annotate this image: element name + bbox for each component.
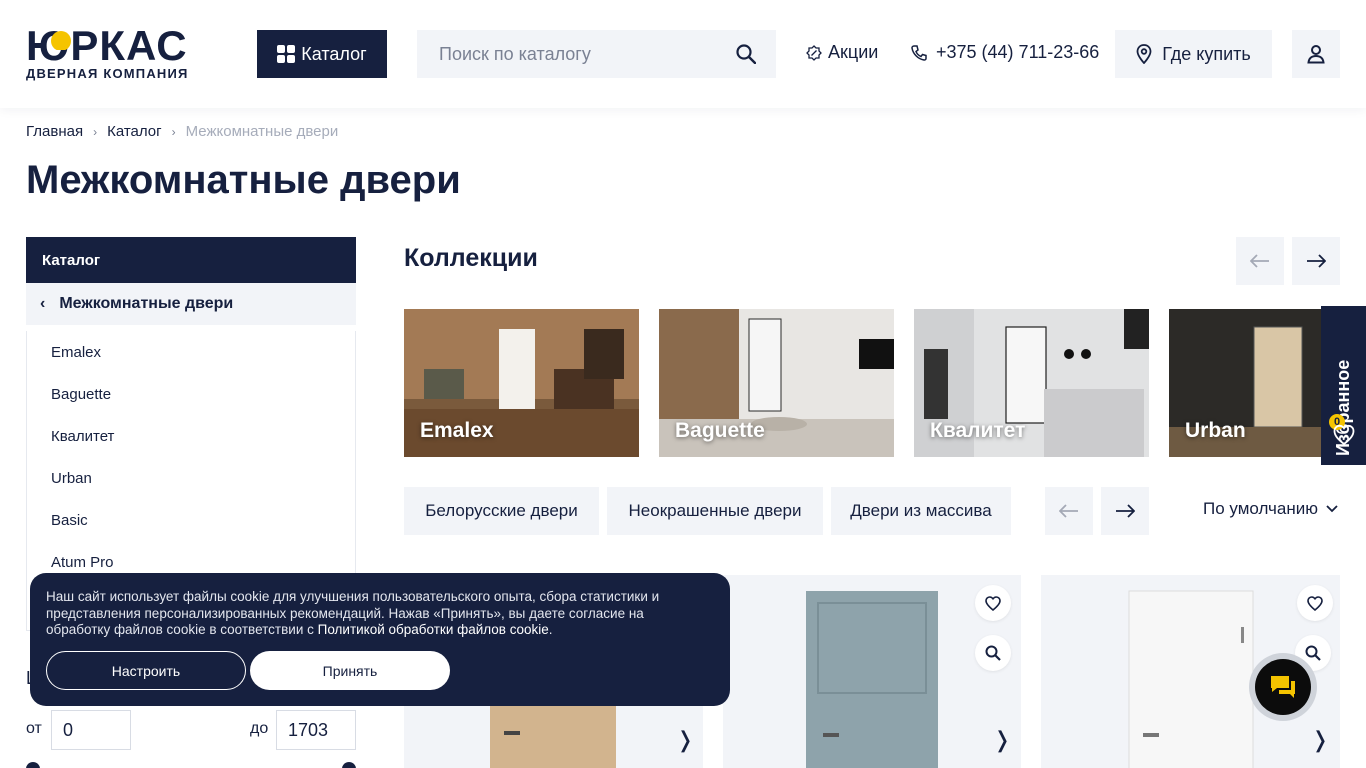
sidebar-current-category: Межкомнатные двери [59,295,234,312]
collections-next-button[interactable] [1292,237,1340,285]
sidebar-item-urban[interactable]: Urban [27,457,355,499]
logo-sun-icon [51,31,71,50]
price-to-label: до [250,720,269,737]
sidebar-item-basic[interactable]: Basic [27,499,355,541]
cookie-accept-button[interactable]: Принять [250,651,450,690]
price-filter: от до [26,710,356,750]
cookie-settings-button[interactable]: Настроить [46,651,246,690]
search-box [417,30,776,78]
quick-view-button[interactable] [975,635,1011,671]
tags-prev-button[interactable] [1045,487,1093,535]
chat-button[interactable] [1249,653,1317,721]
tag-solid-wood-doors[interactable]: Двери из массива [831,487,1011,535]
chevron-right-icon: › [171,124,176,139]
collection-label: Baguette [675,419,765,442]
heart-icon [1307,595,1323,611]
zoom-icon [985,645,1001,661]
collection-card-kvalitet[interactable]: Квалитет [914,309,1149,457]
page-title: Межкомнатные двери [26,158,461,202]
catalog-button-label: Каталог [301,43,367,64]
logo-subtitle: ДВЕРНАЯ КОМПАНИЯ [26,66,189,81]
search-input[interactable] [417,43,717,65]
image-next-icon[interactable]: ❭ [993,727,1011,753]
tag-belarusian-doors[interactable]: Белорусские двери [404,487,599,535]
where-to-buy-button[interactable]: Где купить [1115,30,1272,78]
search-icon[interactable] [736,44,756,64]
account-button[interactable] [1292,30,1340,78]
price-slider-min-handle[interactable] [26,762,40,768]
phone-number: +375 (44) 711-23-66 [936,42,1100,62]
collections-title: Коллекции [404,244,538,272]
user-icon [1307,45,1325,64]
arrow-left-icon [1250,254,1269,268]
arrow-left-icon [1059,504,1078,518]
phone-link[interactable]: +375 (44) 711-23-66 [910,42,1099,63]
chevron-left-icon: ‹ [40,295,46,312]
chat-button-inner [1255,659,1311,715]
where-to-buy-label: Где купить [1162,43,1251,64]
arrow-right-icon [1116,504,1135,518]
favorites-tab[interactable]: Избранное 0 [1321,306,1366,465]
map-pin-icon [1136,44,1152,64]
site-header: ЮРКАС ДВЕРНАЯ КОМПАНИЯ Каталог Акции +37… [0,0,1366,108]
chat-icon [1271,676,1295,698]
price-from-input[interactable] [51,710,131,750]
logo-letters: РКАС [70,22,188,69]
sort-label: По умолчанию [1203,499,1318,518]
heart-icon [985,595,1001,611]
discount-badge-icon [806,44,822,61]
collections-prev-button[interactable] [1236,237,1284,285]
zoom-icon [1305,645,1321,661]
breadcrumb: Главная › Каталог › Межкомнатные двери [26,123,338,140]
sidebar-item-emalex[interactable]: Emalex [27,331,355,373]
image-next-icon[interactable]: ❭ [676,727,694,753]
price-to-input[interactable] [276,710,356,750]
collection-label: Urban [1185,419,1246,442]
cookie-policy-link[interactable]: Политикой обработки файлов cookie [318,622,549,637]
cookie-banner: Наш сайт использует файлы cookie для улу… [30,573,730,706]
collection-card-baguette[interactable]: Baguette [659,309,894,457]
sidebar-back-item[interactable]: ‹ Межкомнатные двери [26,283,356,325]
collection-label: Emalex [420,419,494,442]
collection-card-emalex[interactable]: Emalex [404,309,639,457]
collection-label: Квалитет [930,419,1026,442]
price-from-label: от [26,720,42,737]
promo-link[interactable]: Акции [806,42,878,63]
image-next-icon[interactable]: ❭ [1311,727,1329,753]
breadcrumb-catalog[interactable]: Каталог [107,123,162,140]
catalog-button[interactable]: Каталог [257,30,387,78]
sidebar-header: Каталог [26,237,356,283]
sidebar-item-baguette[interactable]: Baguette [27,373,355,415]
chevron-right-icon: › [93,124,98,139]
sidebar-item-kvalitet[interactable]: Квалитет [27,415,355,457]
promo-label: Акции [828,42,879,62]
favorite-button[interactable] [1297,585,1333,621]
phone-icon [911,44,927,61]
breadcrumb-current: Межкомнатные двери [185,123,339,140]
tags-next-button[interactable] [1101,487,1149,535]
chevron-down-icon [1326,505,1338,513]
heart-icon [1333,424,1355,446]
sort-dropdown[interactable]: По умолчанию [1203,499,1338,519]
arrow-right-icon [1307,254,1326,268]
grid-icon [277,45,296,63]
favorite-button[interactable] [975,585,1011,621]
cookie-text: Наш сайт использует файлы cookie для улу… [46,589,660,637]
tag-unpainted-doors[interactable]: Неокрашенные двери [607,487,823,535]
product-card[interactable]: ❭ [723,575,1021,768]
catalog-sidebar: Каталог ‹ Межкомнатные двери Emalex Bagu… [26,237,356,631]
price-slider-max-handle[interactable] [342,762,356,768]
breadcrumb-home[interactable]: Главная [26,123,83,140]
